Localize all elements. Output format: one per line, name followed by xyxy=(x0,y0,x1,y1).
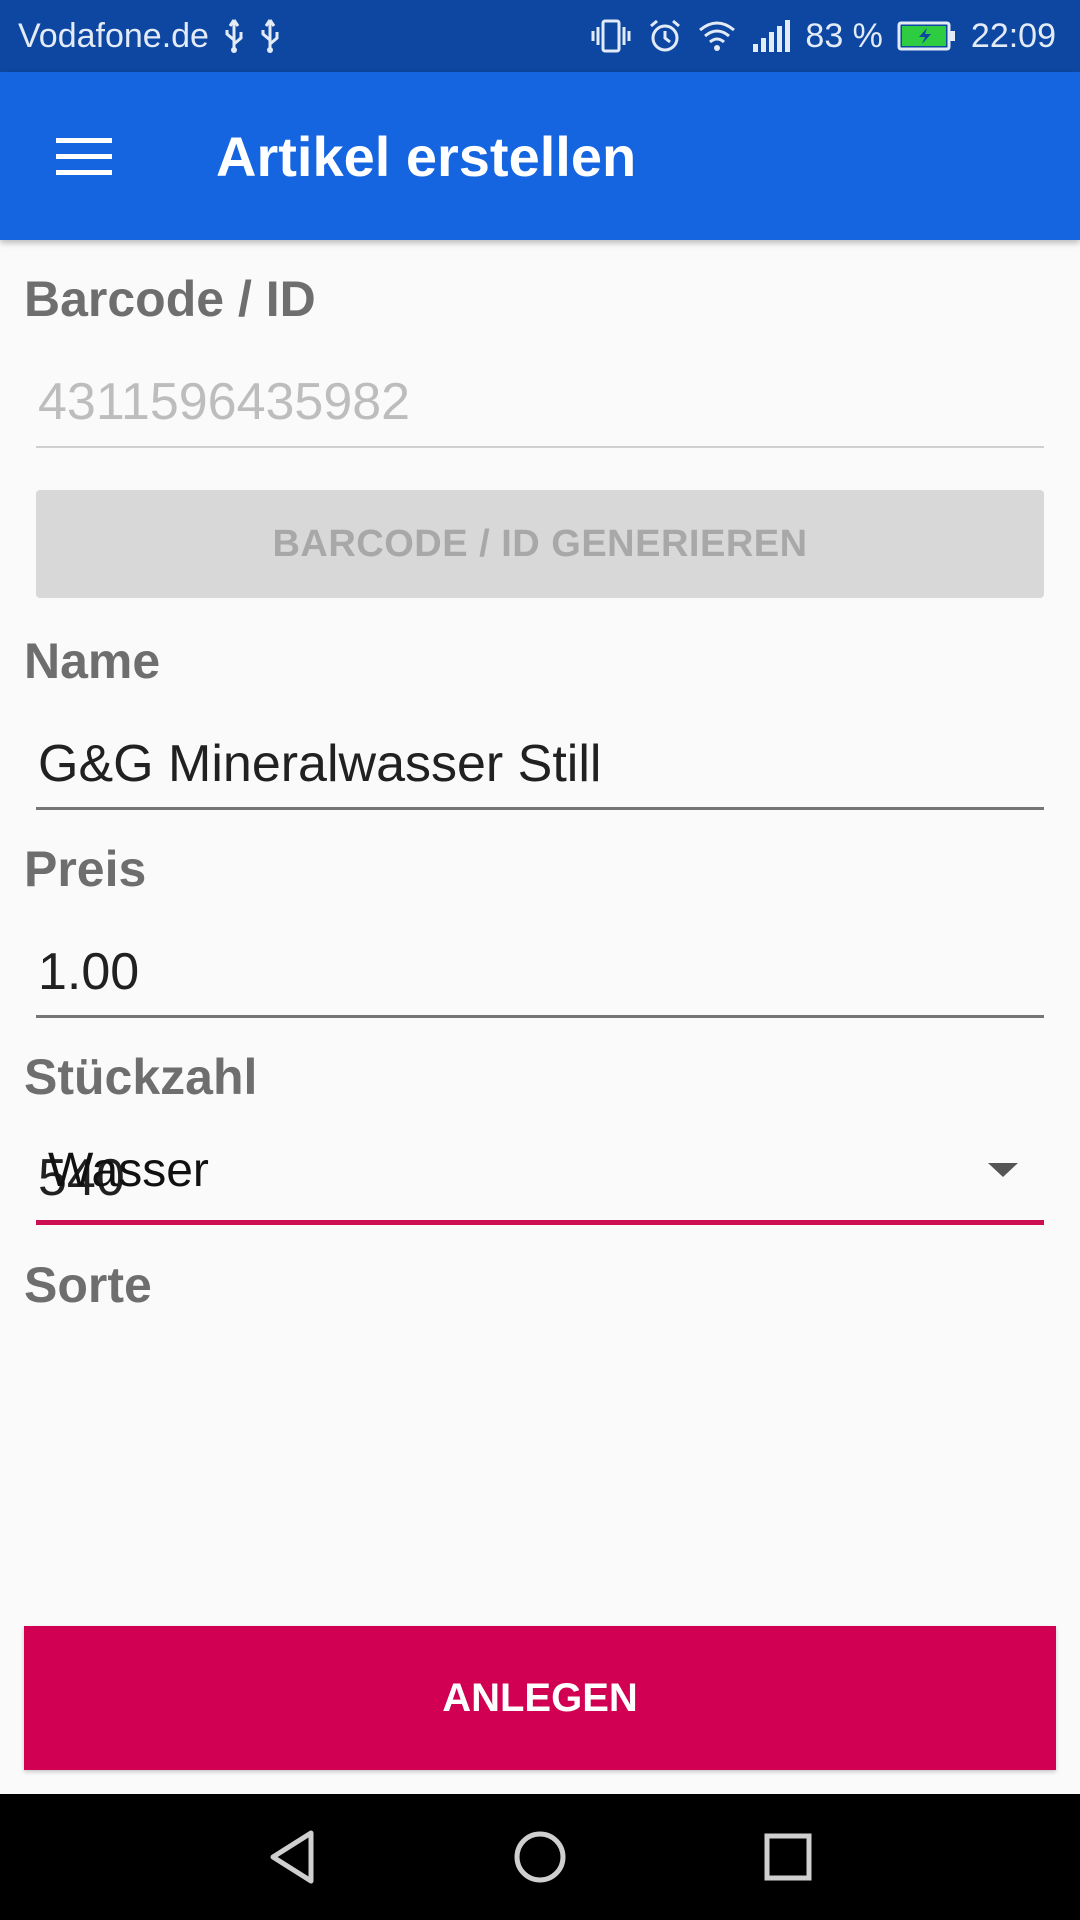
battery-percent: 83 % xyxy=(805,16,883,55)
page-title: Artikel erstellen xyxy=(216,124,637,188)
type-selected-value: Wasser xyxy=(48,1143,209,1197)
back-button[interactable] xyxy=(252,1817,332,1897)
name-input[interactable]: G&G Mineralwasser Still xyxy=(36,720,1044,810)
clock: 22:09 xyxy=(970,16,1056,55)
back-icon xyxy=(270,1830,314,1884)
alarm-icon xyxy=(647,18,683,54)
signal-icon xyxy=(751,18,791,54)
price-input[interactable]: 1.00 xyxy=(36,928,1044,1018)
vibrate-icon xyxy=(589,18,633,54)
type-label: Sorte xyxy=(24,1257,152,1313)
price-label: Preis xyxy=(24,841,147,897)
recents-button[interactable] xyxy=(748,1817,828,1897)
status-bar-right: 83 % 22:09 xyxy=(589,17,1056,56)
status-bar: Vodafone.de 83 % 22:09 xyxy=(0,0,1080,72)
menu-button[interactable] xyxy=(24,96,144,216)
status-bar-left: Vodafone.de xyxy=(18,17,281,56)
barcode-label: Barcode / ID xyxy=(24,271,316,327)
type-dropdown[interactable]: Wasser xyxy=(48,1120,1020,1220)
usb-icon xyxy=(223,18,245,54)
recents-icon xyxy=(764,1833,812,1881)
generate-barcode-button[interactable]: BARCODE / ID GENERIEREN xyxy=(36,490,1044,598)
app-bar: Artikel erstellen xyxy=(0,72,1080,240)
name-label: Name xyxy=(24,633,161,689)
dropdown-arrow-icon xyxy=(988,1163,1018,1177)
home-icon xyxy=(514,1831,566,1883)
barcode-input[interactable]: 4311596435982 xyxy=(36,358,1044,448)
screen: Vodafone.de 83 % 22:09 Artikel erstellen… xyxy=(0,0,1080,1920)
hamburger-menu-icon xyxy=(56,138,112,175)
submit-button[interactable]: ANLEGEN xyxy=(24,1626,1056,1770)
navigation-bar xyxy=(0,1794,1080,1920)
carrier-name: Vodafone.de xyxy=(18,16,209,55)
quantity-label: Stückzahl xyxy=(24,1049,258,1105)
home-button[interactable] xyxy=(500,1817,580,1897)
wifi-icon xyxy=(697,18,737,54)
usb-icon xyxy=(259,18,281,54)
battery-charging-icon xyxy=(897,20,957,52)
